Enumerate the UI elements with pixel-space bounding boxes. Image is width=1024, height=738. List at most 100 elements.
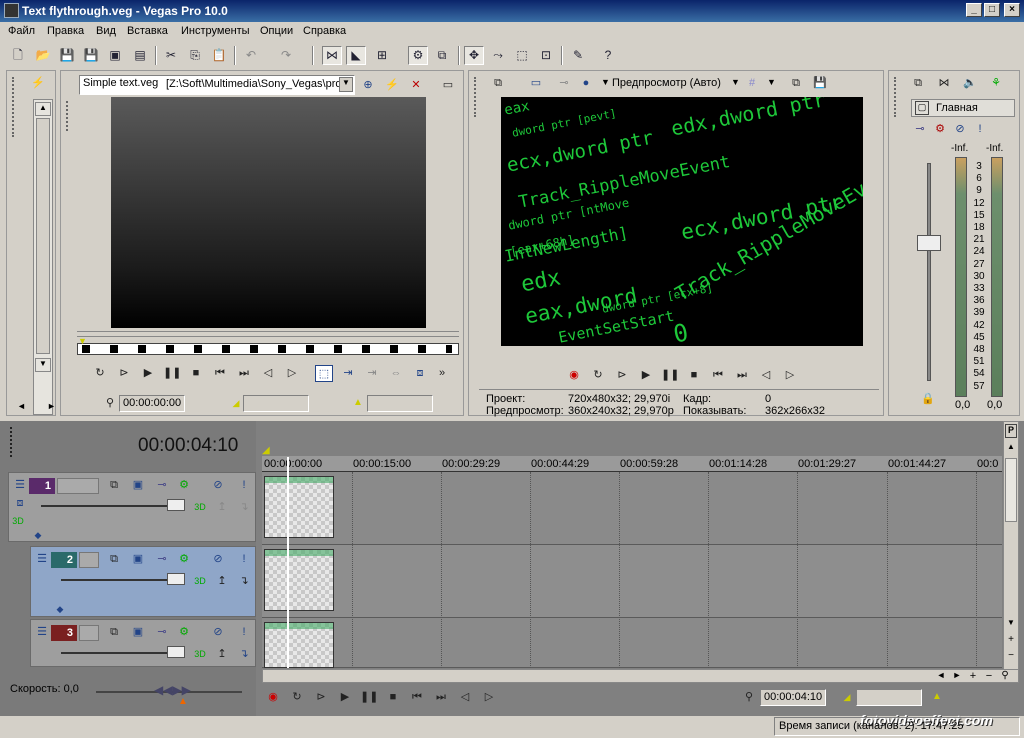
split-screen-icon[interactable]: ⊸ bbox=[555, 75, 573, 92]
composite-mode-icon[interactable]: ⊸ bbox=[153, 551, 171, 568]
track-name-field[interactable] bbox=[57, 478, 99, 494]
timeline-prev-frame-icon[interactable]: ◁ bbox=[456, 689, 474, 706]
scroll-thumb[interactable] bbox=[36, 118, 50, 354]
zoom-tool-icon[interactable]: ⚲ bbox=[999, 670, 1011, 682]
zoom-out-icon[interactable]: − bbox=[983, 670, 995, 682]
parent-track-icon[interactable]: ↥ bbox=[213, 573, 231, 590]
master-solo-icon[interactable]: ! bbox=[971, 121, 989, 138]
grid-icon[interactable]: # bbox=[743, 75, 761, 92]
trimmer-timecode[interactable]: 00:00:00:00 bbox=[119, 395, 185, 412]
copy-snapshot-icon[interactable]: ⧉ bbox=[787, 75, 805, 92]
grid-arrow-icon[interactable]: ▼ bbox=[767, 77, 776, 87]
scroll-down-icon[interactable]: ▼ bbox=[1005, 618, 1017, 630]
timeline-vscrollbar[interactable]: P ▲ ▼ + − bbox=[1003, 421, 1019, 683]
scroll-right-icon[interactable]: ► bbox=[47, 401, 56, 413]
save-as-icon[interactable]: 💾 bbox=[81, 46, 101, 65]
scroll-right-icon[interactable]: ► bbox=[951, 670, 963, 682]
trimmer-lightning-icon[interactable]: ⚡ bbox=[383, 77, 401, 94]
speed-slider-thumb-icon[interactable]: ◀◀▶▶ bbox=[154, 683, 191, 697]
track-collapse-icon[interactable]: ☰ bbox=[33, 624, 51, 641]
track-motion-icon[interactable]: ⧉ bbox=[105, 477, 123, 494]
preview-play-icon[interactable]: ▶ bbox=[637, 367, 655, 384]
minimize-button[interactable]: _ bbox=[966, 3, 982, 17]
master-pan-icon[interactable]: ⊸ bbox=[911, 121, 929, 138]
timeline-pause-icon[interactable]: ❚❚ bbox=[360, 689, 378, 706]
loop-icon[interactable]: ↻ bbox=[91, 365, 109, 382]
composite-mode-icon[interactable]: ⊸ bbox=[153, 624, 171, 641]
playhead[interactable] bbox=[287, 457, 289, 668]
online-help-icon[interactable]: ✎ bbox=[568, 46, 588, 65]
track-lane-3[interactable] bbox=[262, 618, 1002, 668]
mixer-properties-icon[interactable]: ⧉ bbox=[909, 75, 927, 92]
add-to-timeline-icon[interactable]: ⬚ bbox=[315, 365, 333, 382]
preview-quality-select[interactable]: Предпросмотр (Авто) bbox=[612, 77, 721, 89]
trimmer-monitor-icon[interactable]: ▭ bbox=[439, 77, 457, 94]
trimmer-region-bar[interactable] bbox=[77, 331, 459, 337]
properties-icon[interactable]: ▤ bbox=[130, 46, 150, 65]
timeline-play-icon[interactable]: ▶ bbox=[336, 689, 354, 706]
trimmer-ruler[interactable]: ▼ bbox=[77, 336, 459, 355]
preview-stop-icon[interactable]: ■ bbox=[685, 367, 703, 384]
preview-go-to-end-icon[interactable]: ⏭ bbox=[733, 367, 751, 384]
auto-crossfade-icon[interactable]: ◣ bbox=[346, 46, 366, 65]
go-to-end-icon[interactable]: ⏭ bbox=[235, 365, 253, 382]
track-lane-2[interactable] bbox=[262, 545, 1002, 618]
trimmer-file-select[interactable]: Simple text.veg [Z:\Soft\Multimedia\Sony… bbox=[79, 75, 355, 95]
track-level-slider[interactable] bbox=[167, 499, 185, 511]
master-mute-icon[interactable]: ⊘ bbox=[951, 121, 969, 138]
preview-loop-icon[interactable]: ↻ bbox=[589, 367, 607, 384]
whats-this-icon[interactable]: ? bbox=[598, 46, 618, 65]
length-field[interactable] bbox=[367, 395, 433, 412]
stop-icon[interactable]: ■ bbox=[187, 365, 205, 382]
track-fx-icon[interactable]: ▣ bbox=[129, 551, 147, 568]
track-header-3[interactable]: ☰ 3 ⧉ ▣ ⊸ ⚙ ⊘ ! 3D ↥ ↴ bbox=[30, 619, 256, 667]
preview-next-frame-icon[interactable]: ▷ bbox=[781, 367, 799, 384]
master-fx-icon[interactable]: ⚙ bbox=[931, 121, 949, 138]
scroll-left-icon[interactable]: ◄ bbox=[17, 401, 26, 413]
timeline-hscrollbar[interactable]: ◄ ► + − ⚲ bbox=[262, 669, 1019, 683]
overlay-icon[interactable]: ● bbox=[577, 75, 595, 92]
preview-monitor-icon[interactable]: ▭ bbox=[527, 75, 545, 92]
lock-envelopes-icon[interactable]: ⚙ bbox=[408, 46, 428, 65]
track-level-slider[interactable] bbox=[167, 573, 185, 585]
trimmer-video[interactable] bbox=[111, 97, 426, 328]
timeline-record-icon[interactable]: ◉ bbox=[264, 689, 282, 706]
track-header-1[interactable]: ☰ 1 ⧉ ▣ ⊸ ⚙ ⊘ ! ⧈ 3D ↥ ↴ 3D ◆ bbox=[8, 472, 256, 542]
open-icon[interactable]: 📂 bbox=[33, 46, 53, 65]
video-event[interactable] bbox=[264, 549, 334, 611]
paste-icon[interactable]: 📋 bbox=[209, 46, 229, 65]
track-gear-icon[interactable]: ⚙ bbox=[175, 477, 193, 494]
track-collapse-icon[interactable]: ☰ bbox=[33, 551, 51, 568]
redo-icon[interactable]: ↷ bbox=[276, 46, 296, 65]
ripple-edit-icon[interactable]: ⊞ bbox=[372, 46, 392, 65]
menu-tools[interactable]: Инструменты bbox=[181, 25, 250, 37]
keyframe-icon[interactable]: ◆ bbox=[51, 601, 69, 618]
track-motion-icon[interactable]: ⧉ bbox=[105, 624, 123, 641]
undo-icon[interactable]: ↶ bbox=[241, 46, 261, 65]
close-button[interactable]: × bbox=[1004, 3, 1020, 17]
mixer-lock-icon[interactable]: 🔒 bbox=[919, 391, 937, 408]
snapping-icon[interactable]: ⋈ bbox=[322, 46, 342, 65]
video-fx-icon[interactable]: ⧉ bbox=[489, 75, 507, 92]
menu-view[interactable]: Вид bbox=[96, 25, 116, 37]
playhead-marker-icon[interactable]: ◢ bbox=[262, 445, 270, 456]
snapshot-icon[interactable]: ⧈ bbox=[411, 365, 429, 382]
cursor-time[interactable]: 00:00:04:10 bbox=[138, 435, 238, 457]
child-track-icon[interactable]: ↴ bbox=[235, 646, 253, 663]
track-name-field[interactable] bbox=[79, 552, 99, 568]
timeline-stop-icon[interactable]: ■ bbox=[384, 689, 402, 706]
parent-track-icon[interactable]: ↥ bbox=[213, 646, 231, 663]
timeline-play-from-start-icon[interactable]: ⊳ bbox=[312, 689, 330, 706]
copy-icon[interactable]: ⎘ bbox=[185, 46, 205, 65]
timeline-go-to-end-icon[interactable]: ⏭ bbox=[432, 689, 450, 706]
zoom-in-vertical-icon[interactable]: + bbox=[1005, 634, 1017, 646]
zoom-in-icon[interactable]: + bbox=[967, 670, 979, 682]
preview-mode-arrow-icon[interactable]: ▼ bbox=[601, 77, 610, 87]
zoom-out-vertical-icon[interactable]: − bbox=[1005, 650, 1017, 662]
new-icon[interactable]: 🗋 bbox=[8, 46, 28, 65]
child-track-icon[interactable]: ↴ bbox=[235, 499, 253, 516]
play-icon[interactable]: ▶ bbox=[139, 365, 157, 382]
more-icon[interactable]: » bbox=[433, 365, 451, 382]
master-properties-icon[interactable]: ▢ bbox=[915, 101, 929, 115]
track-3d-icon[interactable]: 3D bbox=[191, 646, 209, 663]
